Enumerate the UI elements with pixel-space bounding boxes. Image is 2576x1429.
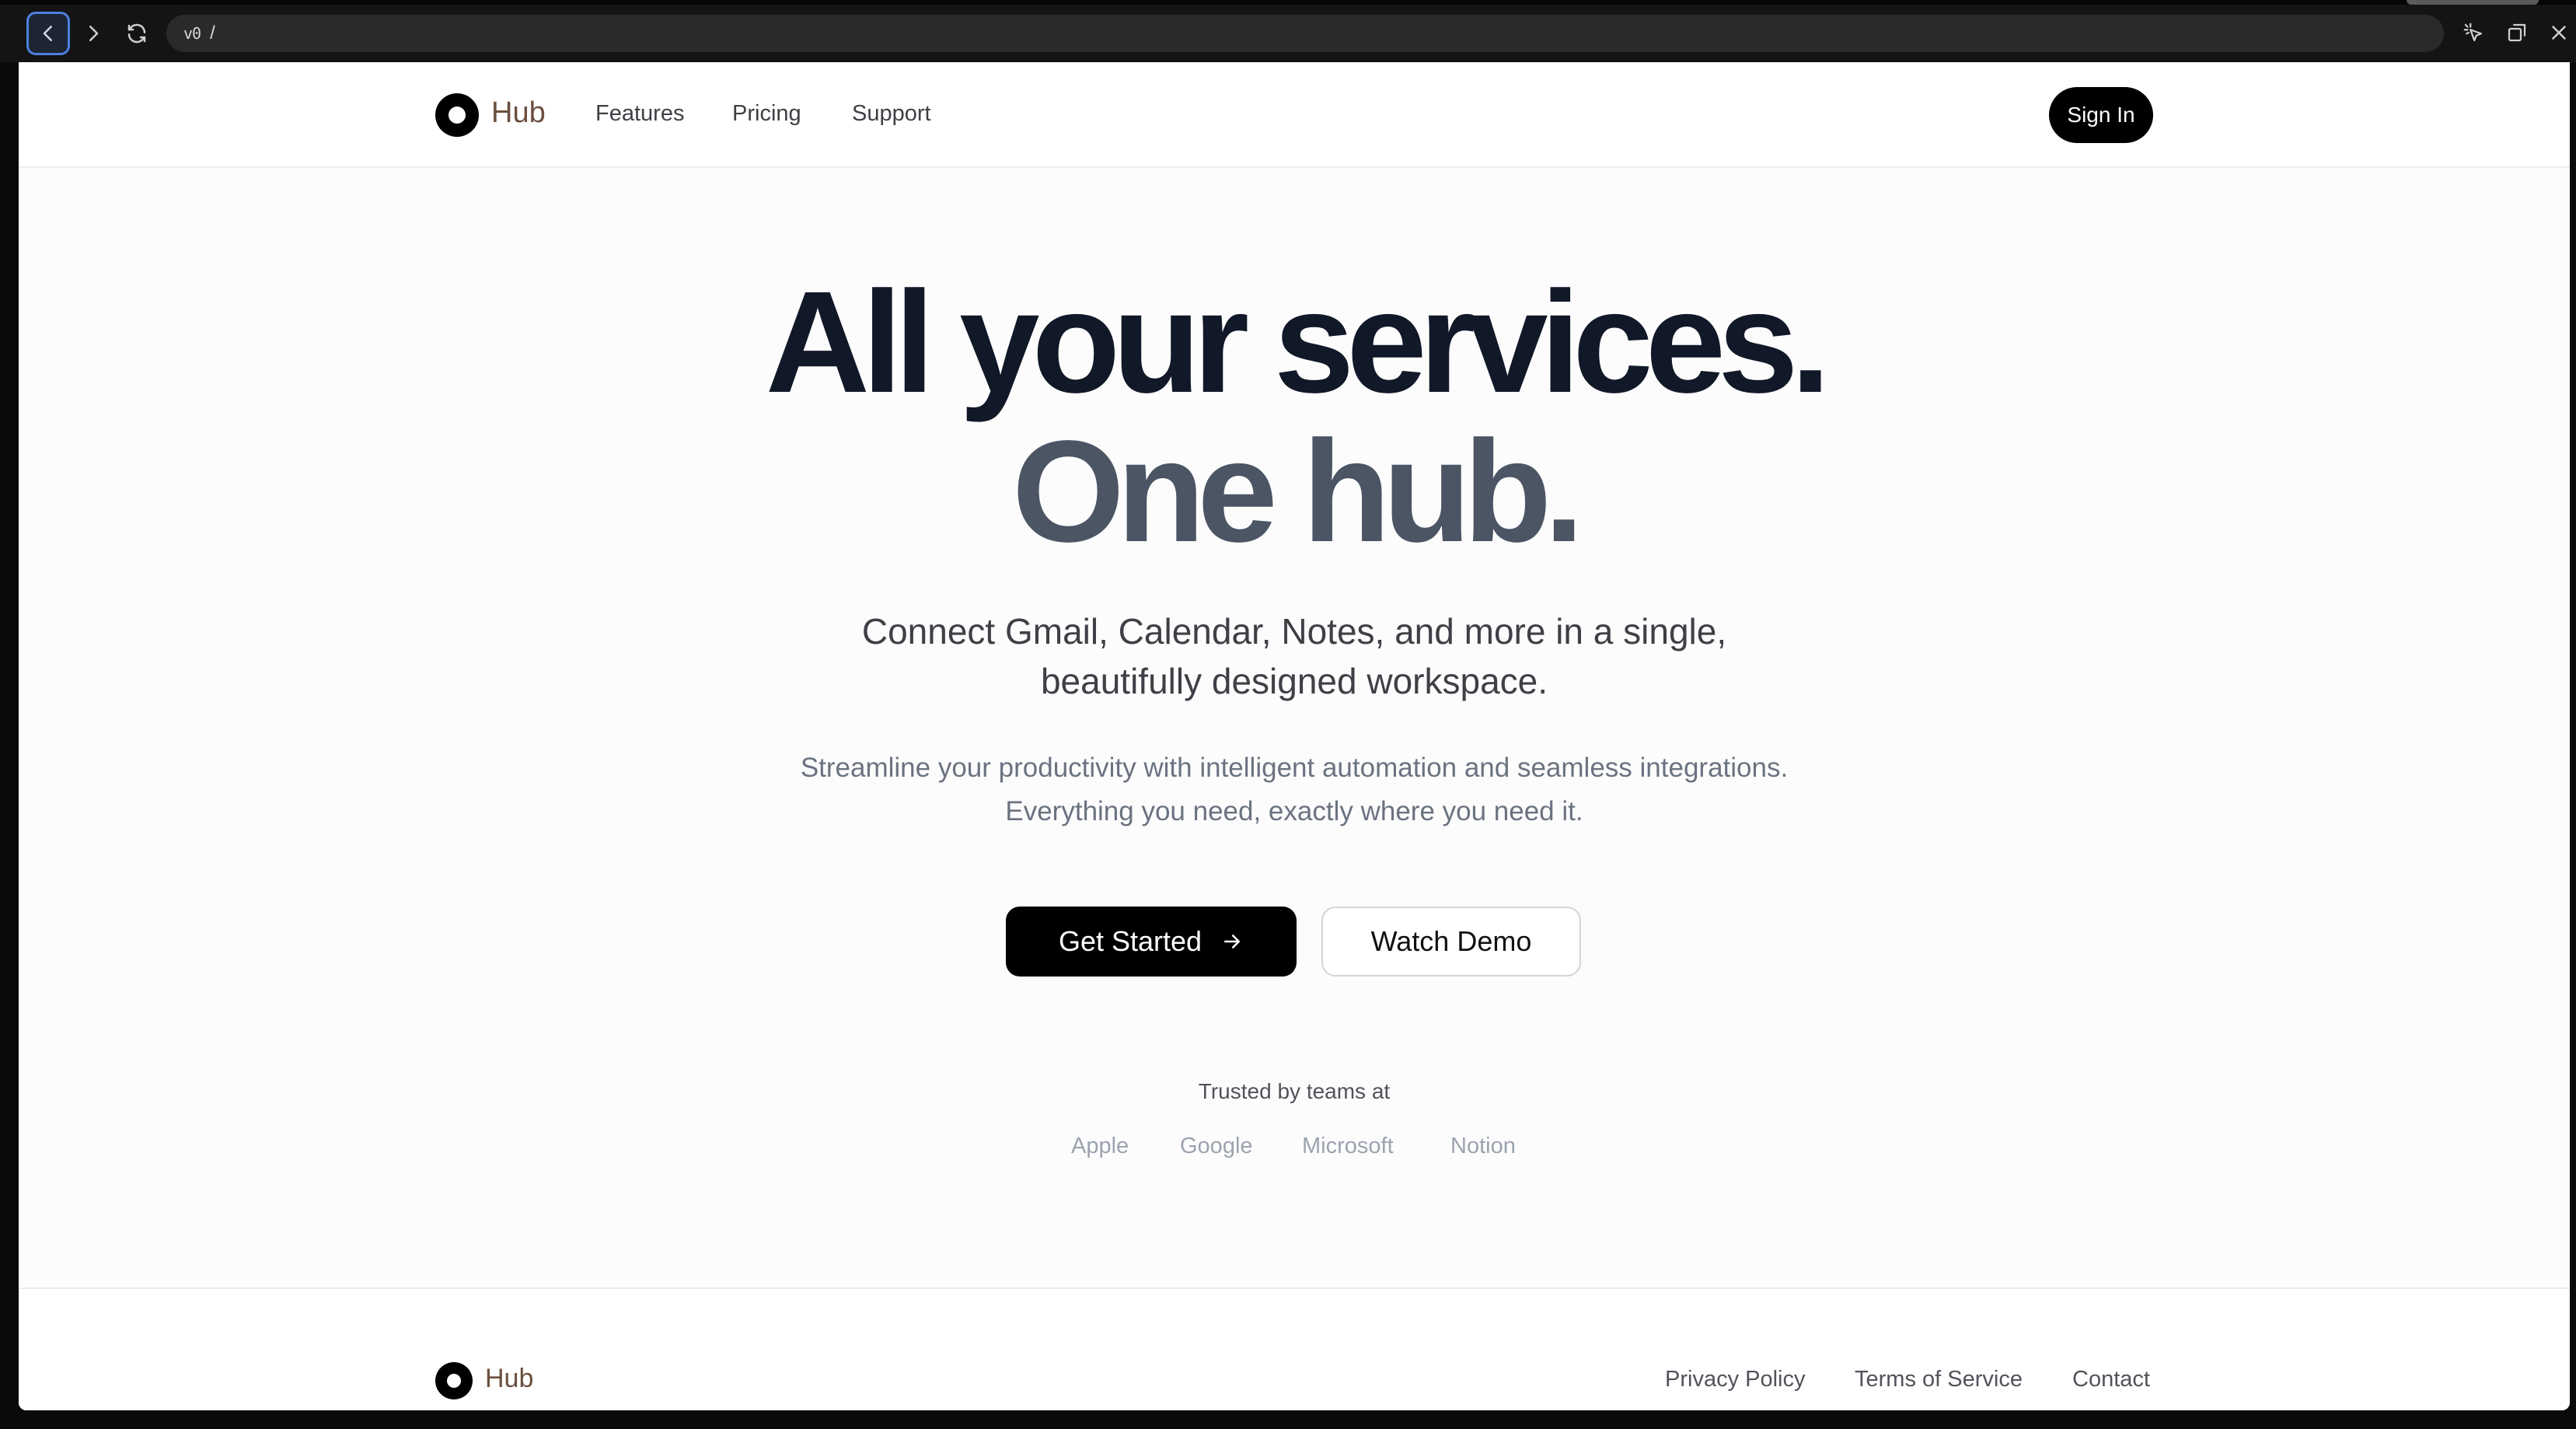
reload-button[interactable] [115,12,159,55]
logo-dot [449,107,466,124]
footer-brand-name[interactable]: Hub [485,1364,533,1394]
nav-link-features[interactable]: Features [595,101,684,127]
element-picker-button[interactable] [2458,17,2489,48]
hero-subtitle-line-1: Connect Gmail, Calendar, Notes, and more… [861,611,1727,652]
address-bar[interactable]: v0 / [166,15,2444,52]
hero-title-line-2: One hub. [1012,411,1584,572]
company-microsoft: Microsoft [1302,1134,1394,1158]
element-picker-icon [2463,23,2483,42]
hero-title-line-1: All your services. [765,262,1831,423]
close-button[interactable] [2543,17,2574,48]
hero-description-line-2: Everything you need, exactly where you n… [1005,796,1583,826]
footer-logo-icon[interactable] [435,1362,473,1399]
arrow-right-icon [1224,935,1241,949]
footer-link-privacy[interactable]: Privacy Policy [1665,1367,1806,1392]
active-tab-indicator[interactable] [2407,0,2539,5]
logo-icon[interactable] [435,93,479,137]
footer-link-contact[interactable]: Contact [2072,1367,2150,1392]
popout-icon [2508,23,2526,42]
browser-toolbar: v0 / [0,0,2576,62]
hero-subtitle-line-2: beautifully designed workspace. [1040,661,1548,701]
site-footer: Hub Privacy Policy Terms of Service Cont… [19,1287,2570,1410]
site-header: Hub Features Pricing Support Sign In [19,62,2570,168]
hero-description: Streamline your productivity with intell… [19,746,2570,833]
watch-demo-button[interactable]: Watch Demo [1321,907,1581,977]
footer-logo-dot [447,1374,461,1388]
nav-link-support[interactable]: Support [852,101,931,127]
brand-name[interactable]: Hub [491,96,546,130]
company-apple: Apple [1071,1134,1129,1158]
hero-description-line-1: Streamline your productivity with intell… [800,753,1789,783]
back-button[interactable] [26,12,70,55]
address-prefix: v0 [183,24,201,43]
forward-button[interactable] [72,12,115,55]
sign-in-button[interactable]: Sign In [2049,87,2153,143]
reload-icon [127,23,146,44]
window-bottom-edge [0,1410,2576,1429]
trusted-by-label: Trusted by teams at [1198,1079,1391,1103]
footer-link-terms[interactable]: Terms of Service [1855,1367,2023,1392]
company-google: Google [1180,1134,1253,1158]
back-icon [43,26,52,41]
nav-link-pricing[interactable]: Pricing [732,101,801,127]
forward-icon [89,26,99,41]
company-notion: Notion [1450,1134,1516,1158]
close-icon [2552,26,2566,40]
tab-strip [0,0,2576,5]
page-viewport: Hub Features Pricing Support Sign In All… [19,62,2570,1410]
get-started-button[interactable]: Get Started [1006,907,1297,977]
address-path: / [210,23,215,44]
hero-subtitle: Connect Gmail, Calendar, Notes, and more… [19,606,2570,706]
get-started-label: Get Started [1058,925,1202,957]
popout-button[interactable] [2501,17,2532,48]
